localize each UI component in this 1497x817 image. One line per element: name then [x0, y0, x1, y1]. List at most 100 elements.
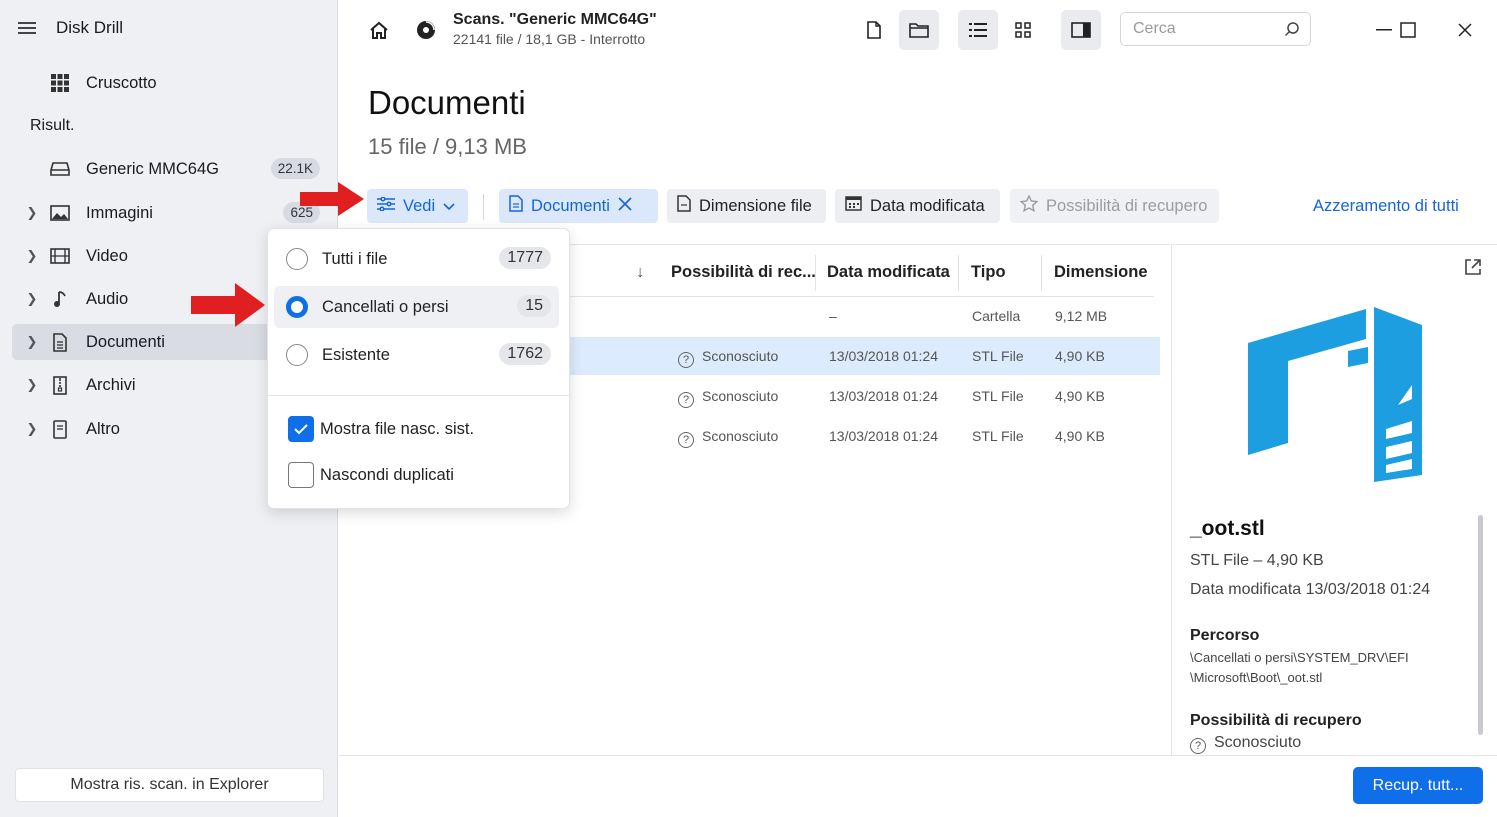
- checkbox-box[interactable]: [288, 462, 314, 488]
- folder-view-icon[interactable]: [899, 10, 939, 50]
- radio-button[interactable]: [286, 344, 308, 366]
- calendar-icon: [845, 196, 862, 216]
- sidebar-item-label: Immagini: [86, 203, 153, 222]
- sliders-icon: [377, 195, 395, 216]
- date-cell: 13/03/2018 01:24: [829, 428, 938, 444]
- size-cell: 9,12 MB: [1055, 308, 1108, 324]
- close-icon[interactable]: [1445, 10, 1485, 50]
- sidebar-item-images[interactable]: ❯ Immagini 625: [12, 195, 330, 231]
- chevron-right-icon[interactable]: ❯: [22, 205, 42, 221]
- date-filter-label: Data modificata: [870, 196, 985, 215]
- option-label: Cancellati o persi: [322, 297, 449, 316]
- size-filter-chip[interactable]: Dimensione file: [667, 189, 826, 223]
- category-filter-label: Documenti: [531, 196, 610, 215]
- preview-panel: _oot.stl STL File – 4,90 KB Data modific…: [1171, 244, 1497, 755]
- results-section-label: Risult.: [30, 117, 75, 134]
- chevron-down-icon: [443, 197, 455, 216]
- sidebar-item-label: Video: [86, 246, 128, 265]
- option-all-files[interactable]: Tutti i file 1777: [274, 238, 559, 280]
- type-cell: STL File: [972, 348, 1024, 364]
- size-cell: 4,90 KB: [1055, 348, 1105, 364]
- page-title: Documenti: [368, 84, 526, 121]
- sidebar-item-label: Generic MMC64G: [86, 159, 219, 178]
- scan-info: Scans. "Generic MMC64G" 22141 file / 18,…: [453, 11, 657, 47]
- sidebar-item-device[interactable]: Generic MMC64G 22.1K: [12, 151, 330, 187]
- option-deleted-lost[interactable]: Cancellati o persi 15: [274, 286, 559, 328]
- grid-icon: [48, 73, 72, 93]
- dropdown-divider: [268, 395, 569, 396]
- preview-scrollbar[interactable]: [1478, 515, 1483, 735]
- column-header-size[interactable]: Dimensione: [1054, 263, 1148, 282]
- maximize-icon[interactable]: [1388, 10, 1428, 50]
- date-filter-chip[interactable]: Data modificata: [835, 189, 1000, 223]
- filter-divider: [483, 194, 484, 220]
- column-header-date[interactable]: Data modificata: [827, 263, 950, 282]
- hamburger-menu-icon[interactable]: [18, 22, 36, 34]
- question-icon: ?: [678, 392, 694, 408]
- type-cell: Cartella: [972, 308, 1021, 324]
- recovery-filter-chip[interactable]: Possibilità di recupero: [1010, 189, 1219, 223]
- list-view-icon[interactable]: [958, 10, 998, 50]
- chevron-right-icon[interactable]: ❯: [22, 421, 42, 437]
- size-filter-label: Dimensione file: [699, 196, 812, 215]
- date-cell: 13/03/2018 01:24: [829, 348, 938, 364]
- chevron-right-icon[interactable]: ❯: [22, 377, 42, 393]
- sidebar-item-label: Documenti: [86, 332, 165, 351]
- remove-filter-icon[interactable]: [618, 196, 632, 216]
- option-label: Tutti i file: [322, 249, 388, 268]
- grid-view-icon[interactable]: [1003, 10, 1043, 50]
- sidebar-item-label: Altro: [86, 419, 120, 438]
- question-icon: ?: [1190, 738, 1206, 754]
- preview-panel-icon[interactable]: [1061, 10, 1101, 50]
- recovery-cell: ? Sconosciuto: [678, 428, 778, 448]
- view-filter-label: Vedi: [403, 196, 436, 215]
- view-filter-dropdown: Tutti i file 1777 Cancellati o persi 15 …: [267, 228, 570, 509]
- preview-path: \Cancellati o persi\SYSTEM_DRV\EFI \Micr…: [1190, 650, 1409, 685]
- chevron-right-icon[interactable]: ❯: [22, 291, 42, 307]
- count-badge: 22.1K: [270, 158, 320, 179]
- page-subtitle: 15 file / 9,13 MB: [368, 134, 527, 159]
- size-cell: 4,90 KB: [1055, 428, 1105, 444]
- reset-all-link[interactable]: Azzeramento di tutti: [1313, 197, 1459, 216]
- question-icon: ?: [678, 432, 694, 448]
- preview-file-name: _oot.stl: [1190, 517, 1265, 540]
- column-header-type[interactable]: Tipo: [971, 263, 1006, 282]
- top-bar: Scans. "Generic MMC64G" 22141 file / 18,…: [339, 0, 1497, 60]
- size-cell: 4,90 KB: [1055, 388, 1105, 404]
- recover-all-button[interactable]: Recup. tutt...: [1353, 767, 1483, 804]
- chevron-right-icon[interactable]: ❯: [22, 334, 42, 350]
- file-view-icon[interactable]: [854, 10, 894, 50]
- bottom-bar: [339, 755, 1497, 817]
- preview-path-label: Percorso: [1190, 627, 1260, 644]
- file-type-logo-icon: [1246, 307, 1422, 487]
- show-in-explorer-button[interactable]: Mostra ris. scan. in Explorer: [15, 768, 324, 802]
- sidebar-item-label: Archivi: [86, 375, 136, 394]
- show-system-hidden-checkbox[interactable]: Mostra file nasc. sist.: [288, 416, 474, 442]
- sidebar-item-label: Cruscotto: [86, 73, 157, 92]
- search-input[interactable]: Cerca: [1120, 12, 1311, 46]
- view-filter-button[interactable]: Vedi: [367, 189, 468, 223]
- checkmark-icon[interactable]: [288, 416, 314, 442]
- preview-modified: Data modificata 13/03/2018 01:24: [1190, 581, 1431, 598]
- category-filter-chip[interactable]: Documenti: [499, 189, 658, 223]
- preview-type-size: STL File – 4,90 KB: [1190, 552, 1324, 569]
- option-existing[interactable]: Esistente 1762: [274, 334, 559, 376]
- film-icon: [48, 246, 72, 266]
- scan-title: Scans. "Generic MMC64G": [453, 11, 657, 28]
- hide-duplicates-checkbox[interactable]: Nascondi duplicati: [288, 462, 454, 488]
- radio-button[interactable]: [286, 248, 308, 270]
- home-icon[interactable]: [359, 10, 399, 50]
- archive-icon: [48, 375, 72, 395]
- radio-button-selected[interactable]: [286, 296, 308, 318]
- recovery-filter-label: Possibilità di recupero: [1046, 196, 1208, 215]
- sidebar-item-dashboard[interactable]: Cruscotto: [12, 65, 330, 101]
- column-header-recovery[interactable]: Possibilità di rec...: [671, 263, 816, 282]
- search-icon[interactable]: [1284, 21, 1300, 42]
- open-external-icon[interactable]: [1464, 258, 1482, 281]
- recovery-cell: ? Sconosciuto: [678, 348, 778, 368]
- option-label: Esistente: [322, 345, 390, 364]
- scan-disk-icon[interactable]: [406, 10, 446, 50]
- chevron-right-icon[interactable]: ❯: [22, 248, 42, 264]
- drive-icon: [48, 159, 72, 179]
- sort-arrow-icon[interactable]: ↓: [636, 263, 644, 282]
